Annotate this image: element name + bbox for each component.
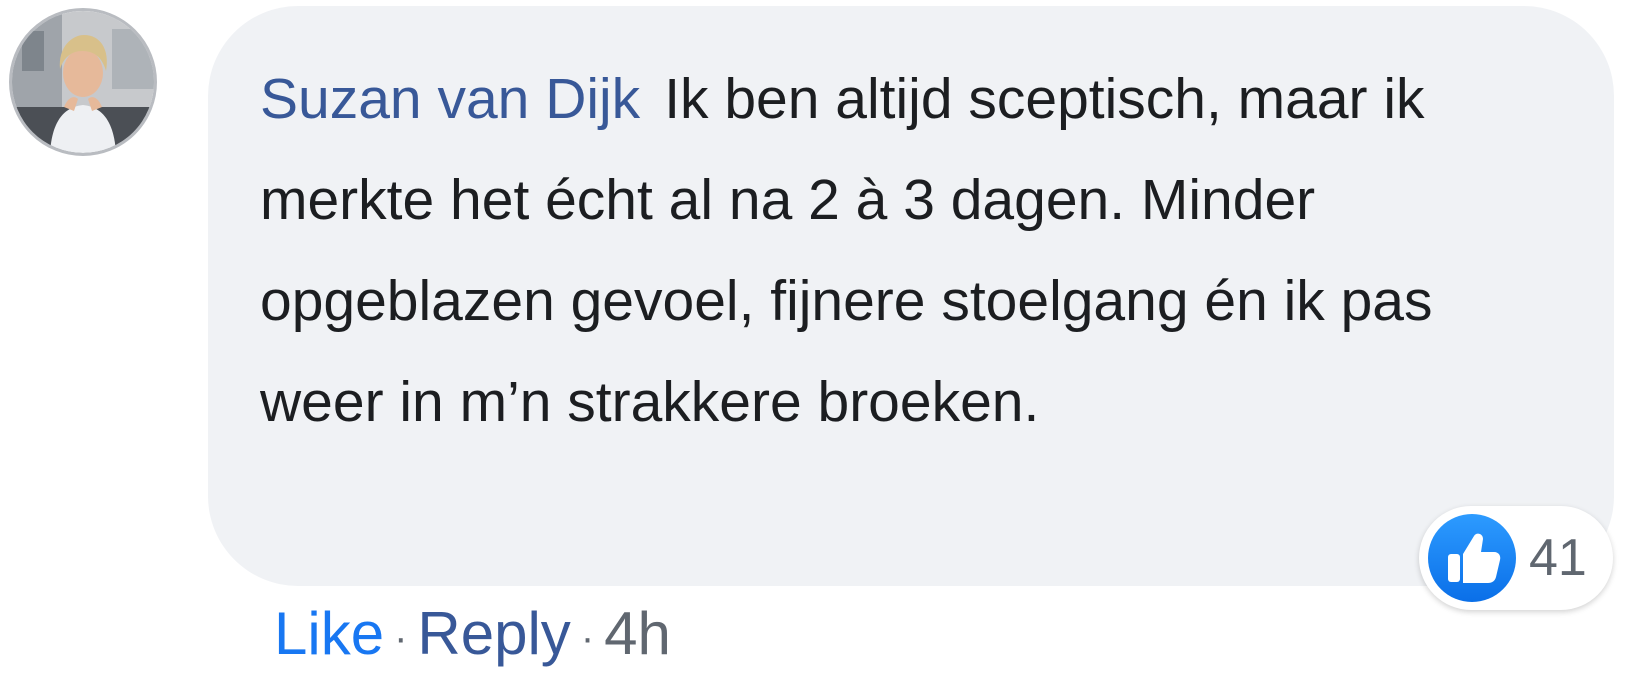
avatar-photo (12, 11, 154, 153)
reaction-summary[interactable]: 41 (1419, 506, 1613, 610)
comment-bubble: Suzan van Dijk Ik ben altijd sceptisch, m… (208, 6, 1614, 586)
reply-button[interactable]: Reply (417, 600, 570, 667)
like-button[interactable]: Like (274, 600, 384, 667)
comment-body: Suzan van Dijk Ik ben altijd sceptisch, m… (260, 49, 1564, 453)
separator-dot: · (394, 616, 408, 661)
reaction-count: 41 (1529, 529, 1587, 587)
timestamp[interactable]: 4h (604, 600, 671, 667)
avatar[interactable] (9, 8, 157, 156)
separator-dot: · (580, 616, 595, 661)
thumbs-up-icon (1428, 514, 1516, 602)
comment-actions: Like · Reply · 4h (274, 602, 671, 670)
comment-author[interactable]: Suzan van Dijk (260, 67, 640, 131)
